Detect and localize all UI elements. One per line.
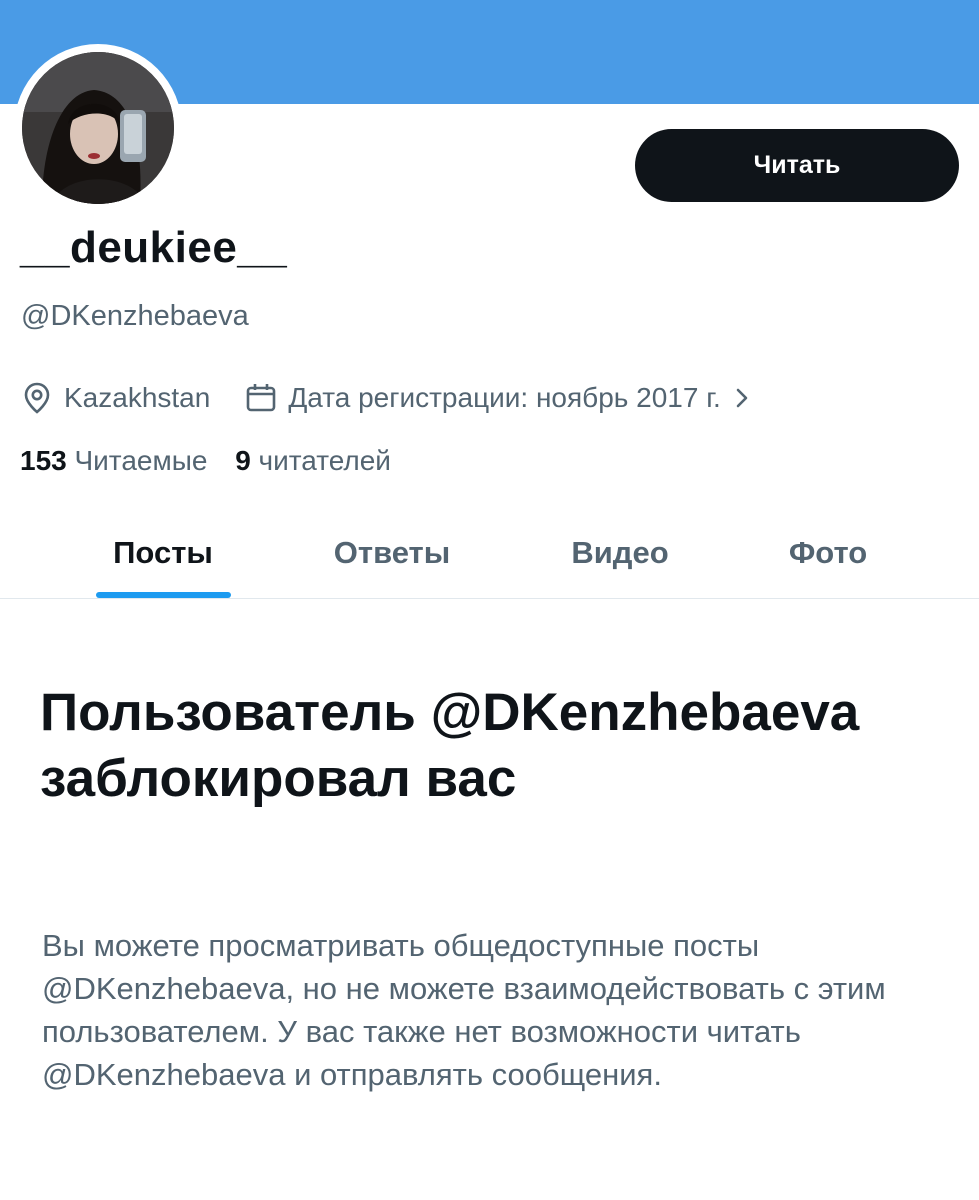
chevron-right-icon[interactable] [733,385,751,411]
blocked-description: Вы можете просматривать общедоступные по… [42,928,886,1092]
following-link[interactable]: 153 Читаемые [20,445,207,477]
followers-count: 9 [235,445,251,476]
following-count: 153 [20,445,67,476]
followers-label: читателей [258,445,391,476]
profile-stats: 153 Читаемые 9 читателей [20,445,391,477]
profile-tabs: Посты Ответы Видео Фото [0,506,979,599]
following-label: Читаемые [74,445,208,476]
avatar[interactable] [14,44,182,212]
tab-replies[interactable]: Ответы [292,506,492,599]
display-name: __deukiee__ [20,223,288,272]
followers-link[interactable]: 9 читателей [235,445,391,477]
calendar-icon [244,381,278,415]
user-handle: @DKenzhebaeva [21,300,249,332]
avatar-photo [22,52,174,204]
tab-video[interactable]: Видео [520,506,720,599]
location-pin-icon [20,381,54,415]
location-text: Kazakhstan [64,382,211,413]
tab-posts[interactable]: Посты [63,506,263,599]
join-date-text[interactable]: Дата регистрации: ноябрь 2017 г. [288,382,720,414]
tabs-divider [0,598,979,599]
profile-meta: Kazakhstan Дата регистрации: ноябрь 2017… [20,378,751,418]
blocked-title: Пользователь @DKenzhebaeva заблокировал … [40,683,860,808]
follow-button[interactable]: Читать [635,129,959,202]
tab-photo[interactable]: Фото [728,506,928,599]
